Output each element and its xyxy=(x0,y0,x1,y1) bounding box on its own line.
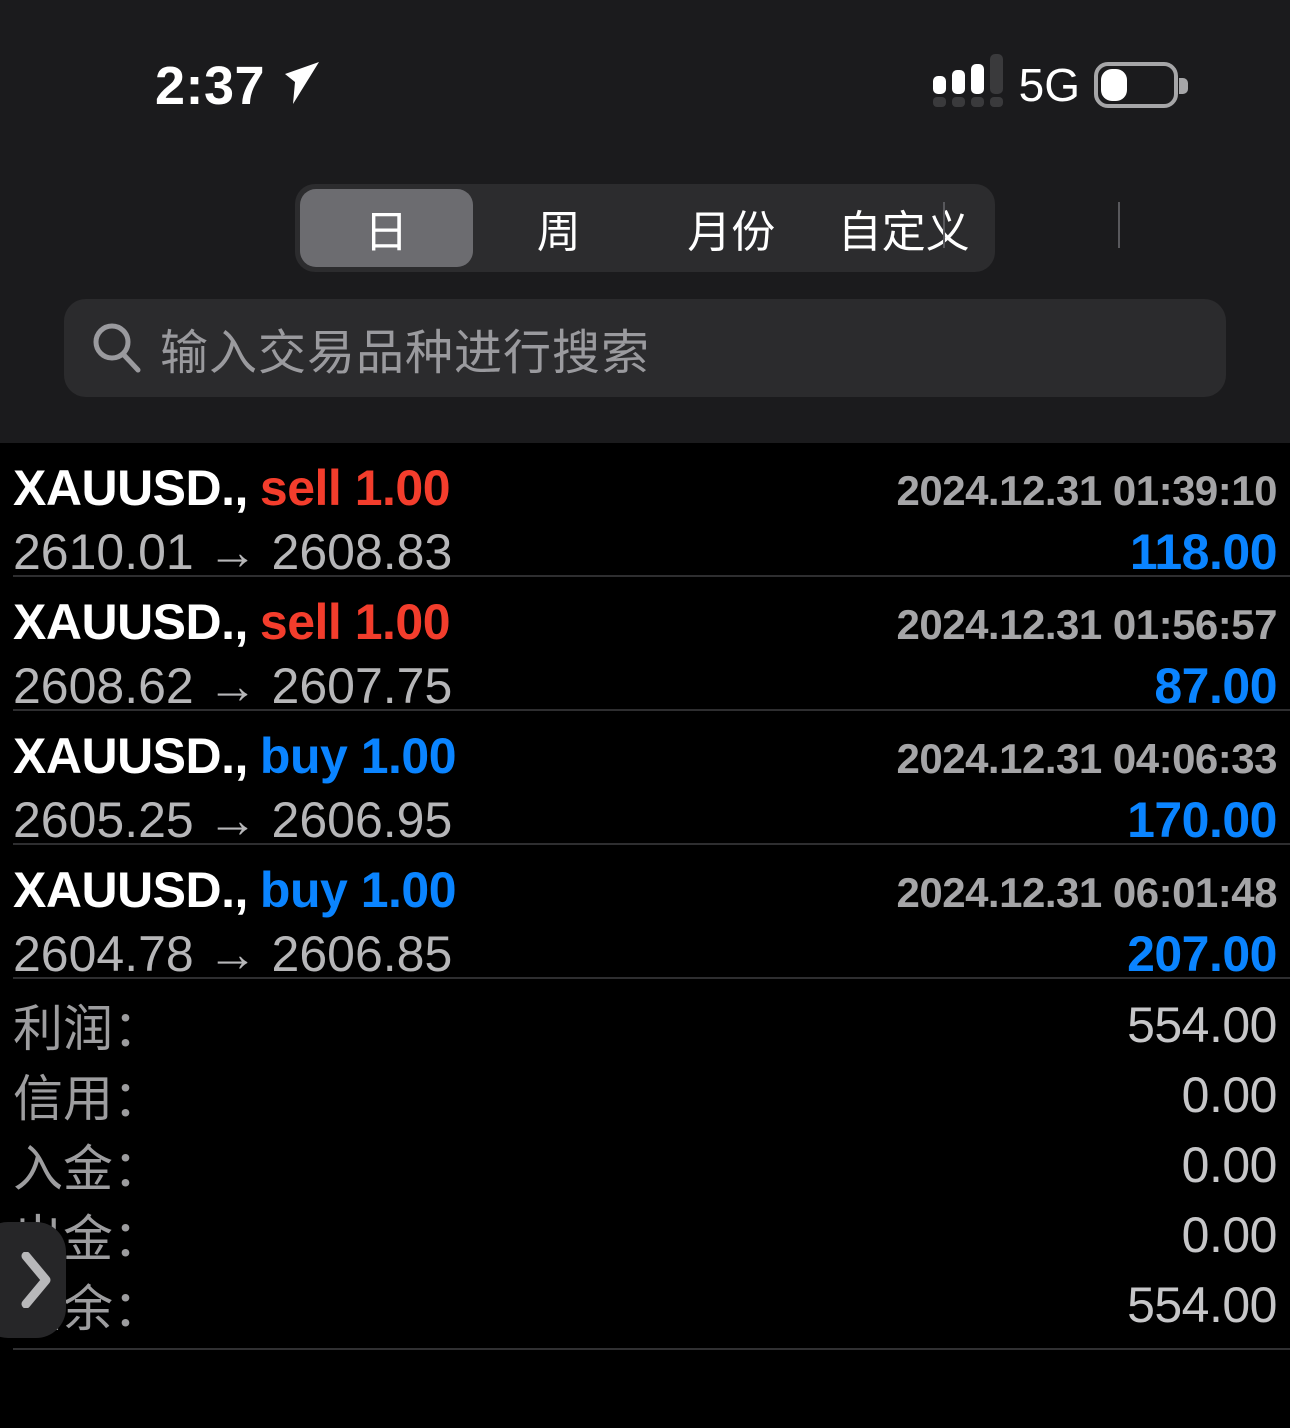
cellular-signal-icon xyxy=(932,54,1005,107)
period-segmented-control[interactable]: 日 周 月份 自定义 xyxy=(295,184,1120,272)
bottom-separator xyxy=(13,1348,1290,1350)
row-separator xyxy=(13,977,1290,979)
deal-time: 2024.12.31 04:06:33 xyxy=(896,735,1278,782)
summary-label: 信用： xyxy=(13,1071,163,1127)
summary-value: 554.00 xyxy=(1127,997,1277,1053)
summary-row-profit: 利润： 554.00 xyxy=(0,990,1290,1060)
deal-side: sell 1.00 xyxy=(259,460,451,516)
app-screen: 2:37 5G 日 周 月份 自定义 输入交易品种进行搜索 XAUUSD., s… xyxy=(0,0,1290,1428)
deal-symbol: XAUUSD., xyxy=(13,728,248,784)
tab-month-label: 月份 xyxy=(687,208,776,257)
status-indicators: 5G xyxy=(932,54,1188,112)
summary-label: 入金： xyxy=(13,1141,163,1197)
summary-value: 0.00 xyxy=(1181,1137,1278,1193)
deal-time: 2024.12.31 06:01:48 xyxy=(896,869,1278,916)
deal-prices: 2608.62 → 2607.75 xyxy=(13,658,453,714)
deal-side: buy 1.00 xyxy=(259,728,457,784)
segment-divider-1 xyxy=(943,202,945,248)
deal-profit: 207.00 xyxy=(1127,926,1277,982)
summary-row-withdrawal: 出金： 0.00 xyxy=(0,1200,1290,1270)
summary-row-balance: 结余： 554.00 xyxy=(0,1270,1290,1340)
summary-row-deposit: 入金： 0.00 xyxy=(0,1130,1290,1200)
deal-symbol: XAUUSD., xyxy=(13,862,248,918)
deal-prices: 2604.78 → 2606.85 xyxy=(13,926,453,982)
summary-value: 0.00 xyxy=(1181,1207,1278,1263)
table-row[interactable]: XAUUSD., buy 1.00 2024.12.31 04:06:33 260… xyxy=(0,711,1290,848)
deal-symbol: XAUUSD., xyxy=(13,594,248,650)
summary-label: 利润： xyxy=(13,1001,163,1057)
deal-symbol: XAUUSD., xyxy=(13,460,248,516)
table-row[interactable]: XAUUSD., sell 1.00 2024.12.31 01:56:57 26… xyxy=(0,577,1290,714)
search-input[interactable]: 输入交易品种进行搜索 xyxy=(160,313,650,383)
summary-row-credit: 信用： 0.00 xyxy=(0,1060,1290,1130)
header-panel: 2:37 5G 日 周 月份 自定义 输入交易品种进行搜索 xyxy=(0,0,1290,443)
deal-side: buy 1.00 xyxy=(259,862,457,918)
tab-month[interactable]: 月份 xyxy=(645,189,818,267)
segment-divider-2 xyxy=(1118,202,1120,248)
network-type-label: 5G xyxy=(1018,59,1080,111)
location-arrow-icon xyxy=(285,62,319,104)
search-icon xyxy=(93,323,141,373)
search-bar[interactable]: 输入交易品种进行搜索 xyxy=(64,299,1226,397)
deal-profit: 87.00 xyxy=(1154,658,1277,714)
deal-side: sell 1.00 xyxy=(259,594,451,650)
tab-day[interactable]: 日 xyxy=(300,189,473,267)
tab-week[interactable]: 周 xyxy=(473,189,646,267)
table-row[interactable]: XAUUSD., buy 1.00 2024.12.31 06:01:48 260… xyxy=(0,845,1290,982)
tab-custom[interactable]: 自定义 xyxy=(818,189,991,267)
tab-custom-label: 自定义 xyxy=(837,208,970,257)
deal-list: XAUUSD., sell 1.00 2024.12.31 01:39:10 26… xyxy=(0,443,1290,982)
status-time: 2:37 xyxy=(155,56,266,116)
tab-day-label: 日 xyxy=(364,208,409,257)
deal-prices: 2610.01 → 2608.83 xyxy=(13,524,453,580)
floating-drawer-handle[interactable] xyxy=(0,1222,66,1338)
table-row[interactable]: XAUUSD., sell 1.00 2024.12.31 01:39:10 26… xyxy=(0,443,1290,580)
deal-profit: 118.00 xyxy=(1129,524,1278,580)
tab-week-label: 周 xyxy=(536,208,581,257)
battery-low-icon xyxy=(1094,62,1188,108)
deal-time: 2024.12.31 01:39:10 xyxy=(896,467,1278,514)
summary-value: 554.00 xyxy=(1127,1277,1277,1333)
summary-panel: 利润： 554.00 信用： 0.00 入金： 0.00 出金： 0.00 结余… xyxy=(0,990,1290,1340)
summary-value: 0.00 xyxy=(1181,1067,1278,1123)
deal-prices: 2605.25 → 2606.95 xyxy=(13,792,453,848)
chevron-right-icon xyxy=(21,1252,51,1308)
status-bar: 2:37 5G xyxy=(0,0,1290,150)
deal-profit: 170.00 xyxy=(1127,792,1277,848)
deal-time: 2024.12.31 01:56:57 xyxy=(896,601,1278,648)
